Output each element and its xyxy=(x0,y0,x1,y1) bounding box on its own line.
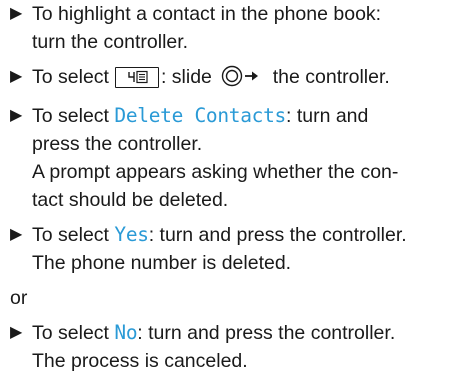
or-separator: or xyxy=(10,287,28,309)
step-result-text: tact should be deleted. xyxy=(32,189,229,211)
step-text: : turn and press the controller. xyxy=(148,224,407,246)
phone-book-menu-icon xyxy=(114,67,159,88)
step-text: To select xyxy=(32,322,109,344)
step-text: To select xyxy=(32,66,109,88)
bullet-triangle-icon: ▶ xyxy=(10,107,23,124)
step-text: To select xyxy=(32,105,109,127)
step-text: the controller. xyxy=(272,66,390,88)
step-select-no: ▶ To select No: turn and press the contr… xyxy=(10,319,465,375)
step-text: To select xyxy=(32,224,109,246)
menu-item-no: No xyxy=(114,321,138,344)
step-text: turn the controller. xyxy=(32,31,189,53)
bullet-triangle-icon: ▶ xyxy=(10,68,23,85)
step-text: : slide xyxy=(160,66,212,88)
step-result-text: A prompt appears asking whether the con- xyxy=(32,161,399,183)
step-result-text: The process is canceled. xyxy=(32,350,248,372)
bullet-triangle-icon: ▶ xyxy=(10,324,23,341)
step-select-yes: ▶ To select Yes: turn and press the cont… xyxy=(10,221,465,277)
controller-slide-right-icon xyxy=(221,65,265,95)
bullet-triangle-icon: ▶ xyxy=(10,5,23,22)
step-select-menu: ▶ To select : slide the controller. xyxy=(10,63,465,95)
menu-item-yes: Yes xyxy=(114,223,149,246)
step-highlight-contact: ▶ To highlight a contact in the phone bo… xyxy=(10,0,465,56)
step-text: : turn and press the controller. xyxy=(137,322,396,344)
step-text: To highlight a contact in the phone book… xyxy=(32,3,382,25)
bullet-triangle-icon: ▶ xyxy=(10,226,23,243)
step-result-text: The phone number is deleted. xyxy=(32,252,292,274)
step-text: : turn and xyxy=(285,105,369,127)
step-delete-contacts: ▶ To select Delete Contacts: turn and pr… xyxy=(10,102,465,214)
step-text: press the controller. xyxy=(32,133,203,155)
instruction-list: ▶ To highlight a contact in the phone bo… xyxy=(10,0,465,375)
menu-item-delete-contacts: Delete Contacts xyxy=(114,104,286,127)
